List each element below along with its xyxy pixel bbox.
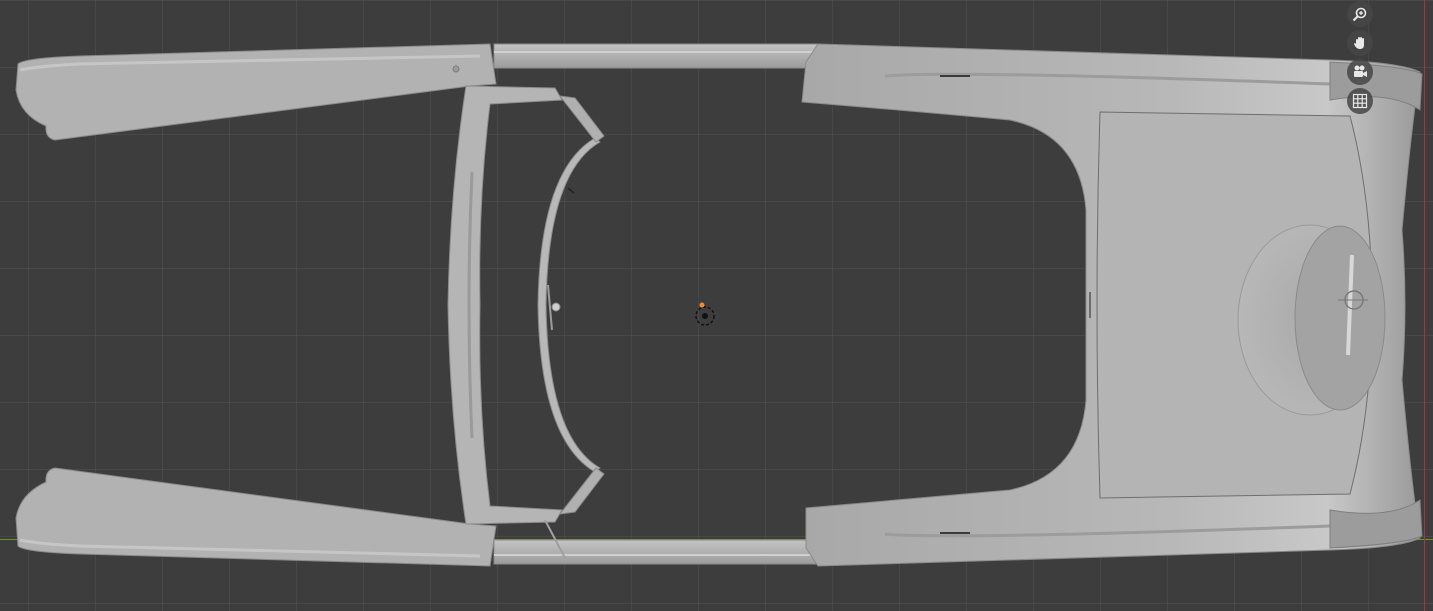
camera-button[interactable] — [1347, 59, 1373, 85]
grid-icon — [1352, 93, 1368, 109]
grid-view-button[interactable] — [1347, 88, 1373, 114]
pan-button[interactable] — [1347, 30, 1373, 56]
front-right-fender — [15, 467, 497, 567]
bottom-side-rail — [493, 539, 821, 565]
top-side-rail — [493, 43, 821, 69]
object-origin-marker[interactable] — [691, 301, 719, 329]
zoom-icon — [1352, 7, 1367, 22]
zoom-button[interactable] — [1347, 1, 1373, 27]
camera-icon — [1354, 65, 1367, 77]
navigation-gizmo — [1347, 1, 1375, 114]
hand-icon — [1354, 37, 1364, 49]
3d-viewport[interactable] — [0, 0, 1433, 611]
front-left-fender — [15, 43, 497, 141]
